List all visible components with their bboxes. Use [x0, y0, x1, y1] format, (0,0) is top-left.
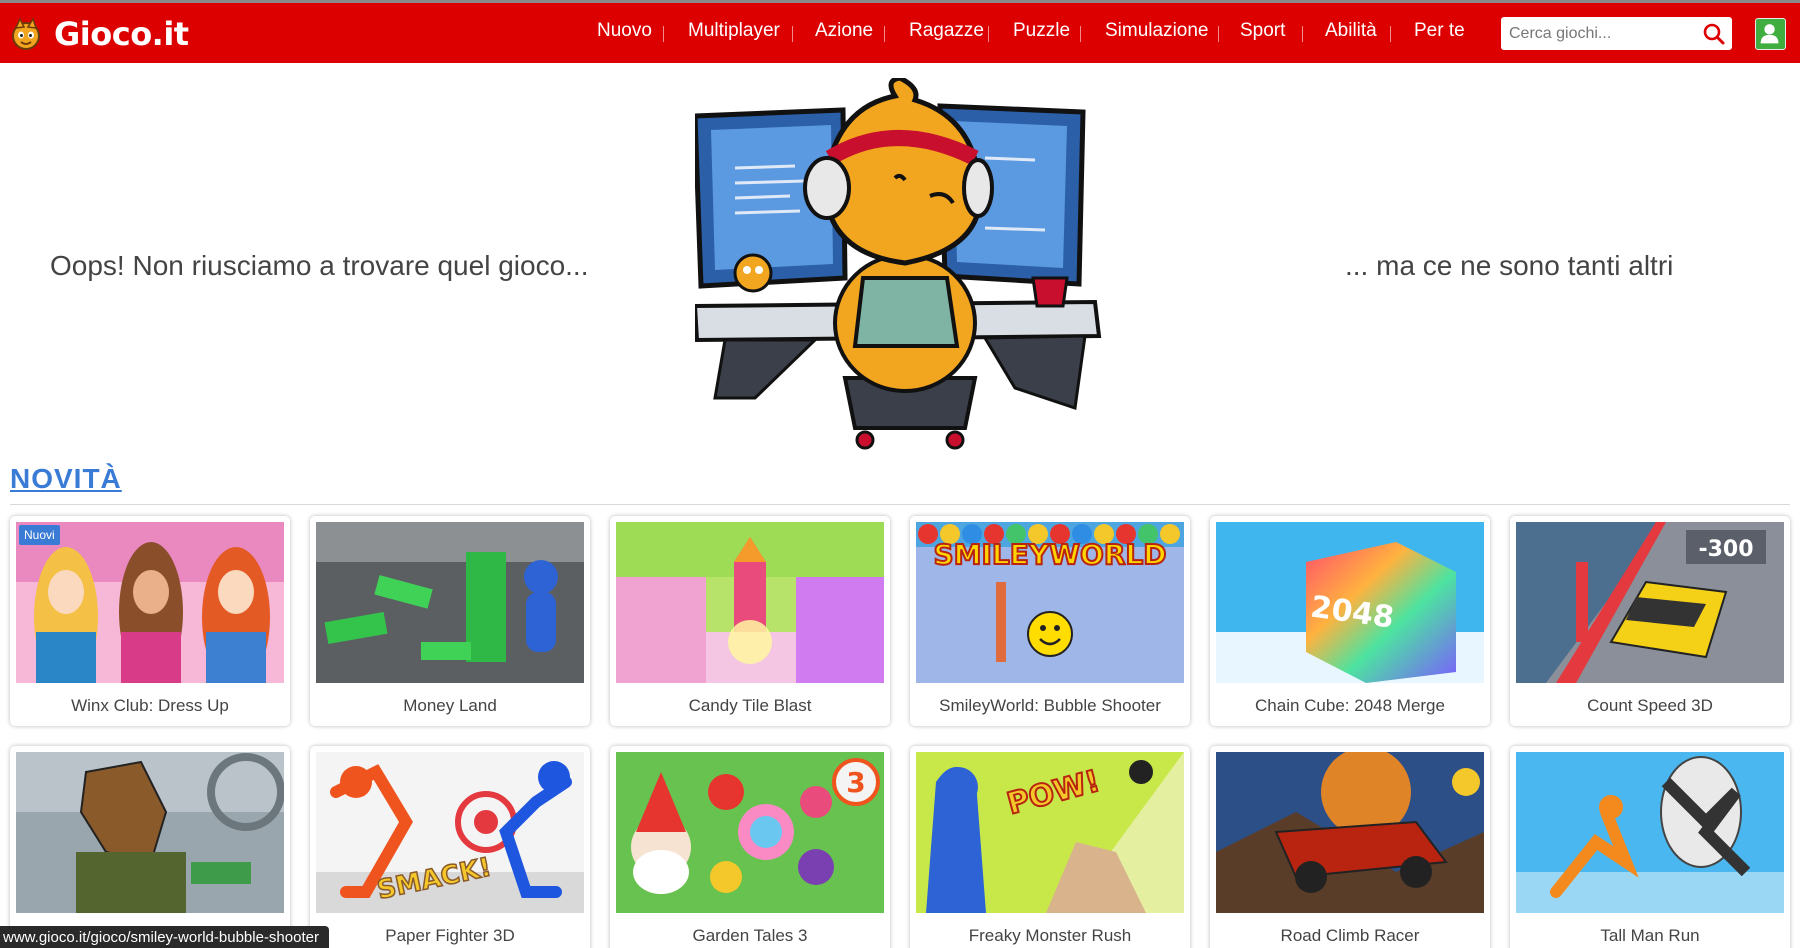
game-card[interactable]: Road Climb Racer — [1210, 746, 1490, 948]
game-title: Road Climb Racer — [1280, 926, 1420, 945]
nav-separator — [1302, 26, 1303, 42]
game-title: Candy Tile Blast — [688, 696, 812, 715]
mascot-logo-icon — [12, 17, 40, 50]
nav-separator — [792, 26, 793, 42]
user-icon — [1760, 24, 1779, 44]
nav-item-abilita[interactable]: Abilità — [1325, 20, 1377, 42]
game-title: Tall Man Run — [1600, 926, 1700, 945]
game-title: SmileyWorld: Bubble Shooter — [939, 696, 1161, 715]
game-card[interactable]: POW! Freaky Monster Rush — [910, 746, 1190, 948]
game-card[interactable]: Nuovi Winx Club: Dress Up — [10, 516, 290, 726]
nav-item-simulazione[interactable]: Simulazione — [1105, 20, 1209, 42]
game-thumbnail: SMACK! — [316, 752, 584, 913]
nav-item-sport[interactable]: Sport — [1240, 20, 1285, 42]
game-thumbnail: -300 — [1516, 522, 1784, 683]
game-card[interactable]: Candy Tile Blast — [610, 516, 890, 726]
nav-separator — [663, 26, 664, 42]
game-thumbnail: 2048 — [1216, 522, 1484, 683]
nav-separator — [884, 26, 885, 42]
game-title: Garden Tales 3 — [692, 926, 808, 945]
game-title: Freaky Monster Rush — [968, 926, 1132, 945]
game-title: Winx Club: Dress Up — [71, 696, 229, 715]
nav-separator — [988, 26, 989, 42]
game-thumbnail: 3 — [616, 752, 884, 913]
new-badge: Nuovi — [19, 525, 60, 545]
browser-status-url: www.gioco.it/gioco/smiley-world-bubble-s… — [0, 926, 329, 948]
nav-separator — [1390, 26, 1391, 42]
game-card[interactable]: Money Land — [310, 516, 590, 726]
game-card[interactable]: 3 Garden Tales 3 — [610, 746, 890, 948]
not-found-message: Oops! Non riusciamo a trovare quel gioco… — [50, 250, 589, 281]
game-title: Chain Cube: 2048 Merge — [1255, 696, 1445, 715]
search-icon[interactable] — [1702, 22, 1726, 46]
game-thumbnail — [616, 522, 884, 683]
section-divider — [10, 504, 1790, 505]
section-title-novita[interactable]: NOVITÀ — [10, 463, 122, 495]
nav-item-ragazze[interactable]: Ragazze — [909, 20, 984, 42]
game-thumbnail — [316, 522, 584, 683]
game-thumbnail: SMILEYWORLD — [916, 522, 1184, 683]
game-card[interactable]: SMACK! Paper Fighter 3D — [310, 746, 590, 948]
search-input[interactable] — [1509, 17, 1699, 50]
nav-item-nuovo[interactable]: Nuovo — [597, 20, 652, 42]
game-title: Money Land — [403, 696, 497, 715]
game-title: Count Speed 3D — [1587, 696, 1713, 715]
game-thumbnail — [1216, 752, 1484, 913]
nav-item-azione[interactable]: Azione — [815, 20, 873, 42]
thumbnail-text: 3 — [846, 766, 865, 799]
game-card[interactable]: -300 Count Speed 3D — [1510, 516, 1790, 726]
game-thumbnail: POW! — [916, 752, 1184, 913]
user-account-button[interactable] — [1755, 18, 1786, 50]
more-games-message: ... ma ce ne sono tanti altri — [1345, 250, 1674, 281]
site-logo[interactable]: Gioco.it — [8, 15, 189, 53]
game-card[interactable]: SMILEYWORLD SmileyWorld: Bubble Shooter — [910, 516, 1190, 726]
search-box — [1501, 17, 1732, 50]
nav-item-puzzle[interactable]: Puzzle — [1013, 20, 1070, 42]
game-title: Paper Fighter 3D — [385, 926, 515, 945]
game-card[interactable]: Tall Man Run — [1510, 746, 1790, 948]
game-card[interactable]: 2048 Chain Cube: 2048 Merge — [1210, 516, 1490, 726]
mascot-computer-illustration — [695, 78, 1102, 450]
game-thumbnail — [16, 752, 284, 913]
logo-text: Gioco.it — [54, 15, 189, 53]
nav-separator — [1218, 26, 1219, 42]
game-card[interactable] — [10, 746, 290, 948]
thumbnail-text: SMILEYWORLD — [933, 538, 1166, 571]
site-header: Gioco.it Nuovo Multiplayer Azione Ragazz… — [0, 3, 1800, 63]
nav-item-per-te[interactable]: Per te — [1414, 20, 1465, 42]
game-thumbnail — [16, 522, 284, 683]
nav-separator — [1080, 26, 1081, 42]
game-thumbnail — [1516, 752, 1784, 913]
nav-item-multiplayer[interactable]: Multiplayer — [688, 20, 780, 42]
thumbnail-text: -300 — [1698, 537, 1753, 562]
